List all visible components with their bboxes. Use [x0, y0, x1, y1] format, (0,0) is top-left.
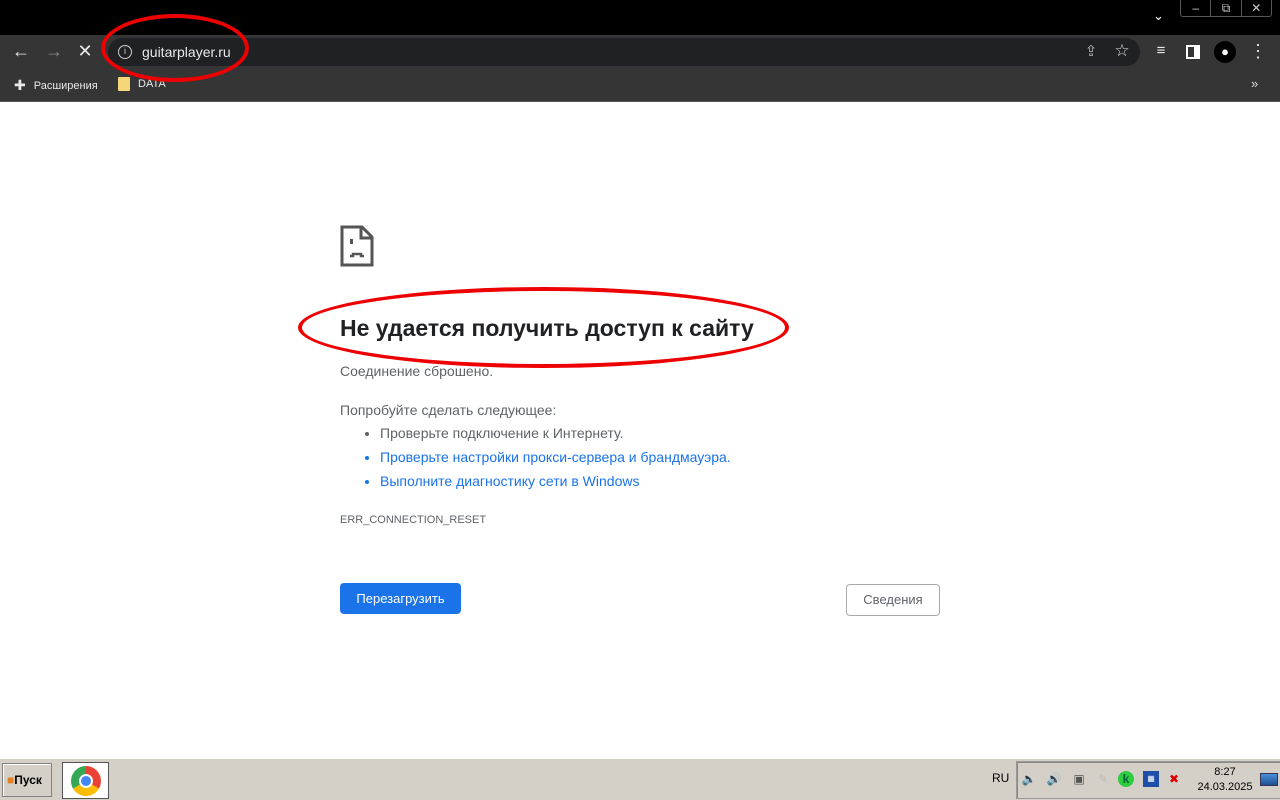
language-indicator[interactable]: RU [992, 771, 1009, 785]
kaspersky-icon[interactable]: k [1118, 771, 1134, 787]
address-bar[interactable]: i guitarplayer.ru ⇪ ☆ [108, 38, 1140, 66]
share-icon[interactable]: ⇪ [1080, 42, 1102, 62]
forward-icon[interactable]: → [43, 41, 65, 61]
volume-alt-icon[interactable]: 🔊 [1046, 771, 1062, 787]
restore-button[interactable]: ⧉ [1210, 0, 1240, 16]
network-icon[interactable]: ▣ [1071, 771, 1087, 787]
details-button[interactable]: Сведения [846, 584, 940, 616]
suggestions-list: Проверьте подключение к Интернету. Прове… [380, 424, 731, 496]
tab-search-chevron-icon[interactable]: ⌄ [1153, 8, 1164, 24]
side-panel-icon[interactable] [1186, 45, 1200, 59]
app-tray-icon[interactable]: ▦ [1143, 771, 1159, 787]
error-code: ERR_CONNECTION_RESET [340, 514, 487, 526]
folder-icon [118, 77, 130, 91]
clock-time: 8:27 [1214, 766, 1236, 778]
media-control-icon[interactable]: ≡ [1150, 41, 1172, 61]
menu-kebab-icon[interactable]: ⋮ [1247, 41, 1269, 61]
suggestion-diagnostics-link[interactable]: Выполните диагностику сети в Windows [380, 472, 731, 496]
try-label: Попробуйте сделать следующее: [340, 402, 557, 418]
bookmark-extensions[interactable]: ✚ Расширения [14, 77, 98, 94]
puzzle-icon: ✚ [14, 77, 26, 93]
profile-avatar-icon[interactable]: ● [1214, 41, 1236, 63]
window-controls: – ⧉ ✕ [1180, 0, 1272, 17]
bookmark-label: Расширения [33, 79, 98, 92]
power-plug-icon[interactable]: ✖ [1166, 771, 1182, 787]
volume-icon[interactable]: 🔈 [1021, 771, 1037, 787]
stop-loading-icon[interactable]: ✕ [74, 41, 96, 61]
chrome-icon [71, 766, 101, 796]
annotation-oval-title [298, 287, 789, 368]
back-icon[interactable]: ← [10, 41, 32, 61]
bookmark-star-icon[interactable]: ☆ [1111, 41, 1133, 61]
reload-button[interactable]: Перезагрузить [340, 583, 461, 614]
suggestion-check-connection: Проверьте подключение к Интернету. [380, 424, 731, 448]
annotation-oval-url [101, 14, 249, 82]
sad-page-icon [340, 225, 374, 267]
taskbar-chrome-button[interactable] [62, 762, 109, 799]
clock[interactable]: 8:27 24.03.2025 [1190, 765, 1260, 795]
minimize-button[interactable]: – [1181, 0, 1210, 16]
start-label: Пуск [14, 773, 42, 787]
start-button[interactable]: ■Пуск [2, 763, 52, 797]
pen-icon[interactable]: ✎ [1095, 771, 1111, 787]
clock-date: 24.03.2025 [1197, 781, 1253, 793]
show-desktop-icon[interactable] [1260, 773, 1278, 786]
close-window-button[interactable]: ✕ [1240, 0, 1271, 16]
more-bookmarks-icon[interactable]: » [1251, 76, 1258, 91]
suggestion-proxy-link[interactable]: Проверьте настройки прокси-сервера и бра… [380, 448, 731, 472]
taskbar: ■Пуск RU 🔈 🔊 ▣ ✎ k ▦ ✖ 8:27 24.03.2025 [0, 757, 1280, 800]
